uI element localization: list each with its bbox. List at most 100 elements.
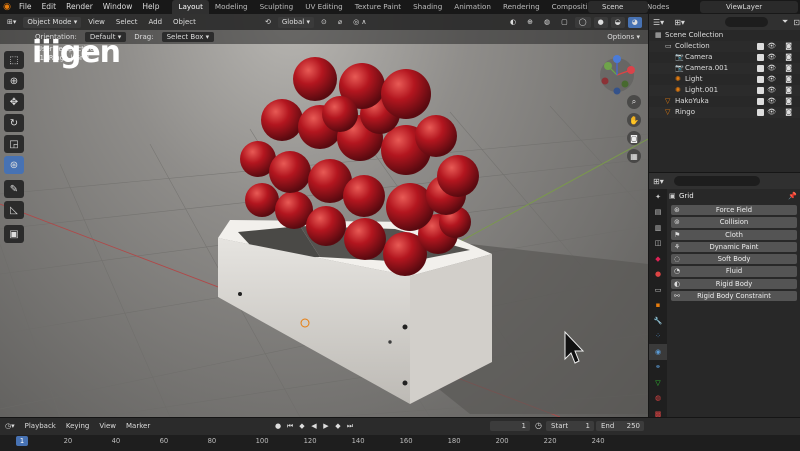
visibility-icon[interactable]: ◐ — [506, 17, 520, 28]
timeline-menu-keying[interactable]: Keying — [61, 418, 95, 435]
outliner-row[interactable]: ▽ Ringo 👁 ◙ — [649, 107, 800, 118]
blender-logo-icon[interactable]: ◉ — [0, 0, 14, 14]
record-icon[interactable]: ● — [272, 421, 284, 432]
end-frame-field[interactable]: End 250 — [596, 421, 644, 431]
move-tool-icon[interactable]: ✥ — [4, 93, 24, 111]
prev-keyframe-icon[interactable]: ◆ — [296, 421, 308, 432]
tab-rendering[interactable]: Rendering — [497, 0, 546, 14]
editor-type-icon[interactable]: ⊞▾ — [3, 17, 20, 28]
timeline-ruler[interactable]: 20 40 60 80 100 120 140 160 180 200 220 240 — [0, 435, 800, 451]
snap-icon[interactable]: ⌀ — [334, 17, 346, 28]
play-icon[interactable]: ▶ — [320, 421, 332, 432]
physics-rigid-body-constraint-button[interactable]: ⚯ Rigid Body Constraint — [671, 291, 797, 302]
camera-view-icon[interactable]: ◙ — [627, 131, 641, 145]
physics-collision-button[interactable]: ⊚ Collision — [671, 217, 797, 228]
eye-icon[interactable]: 👁 — [767, 52, 776, 63]
tab-animation[interactable]: Animation — [448, 0, 497, 14]
world-tab-icon[interactable]: ● — [649, 267, 667, 283]
viewport-menu-add[interactable]: Add — [144, 17, 166, 28]
physics-dynamic-paint-button[interactable]: ⚘ Dynamic Paint — [671, 241, 797, 253]
physics-cloth-button[interactable]: ⚑ Cloth — [671, 229, 797, 240]
viewport-menu-object[interactable]: Object — [169, 17, 200, 28]
menu-help[interactable]: Help — [137, 0, 164, 14]
properties-search-input[interactable] — [673, 176, 760, 186]
physics-fluid-button[interactable]: ◔ Fluid — [671, 266, 797, 277]
gizmo-icon[interactable]: ⊕ — [523, 17, 537, 28]
filter-icon[interactable]: ⏷ — [782, 17, 788, 27]
tab-sculpting[interactable]: Sculpting — [254, 0, 300, 14]
menu-edit[interactable]: Edit — [37, 0, 62, 14]
outliner-search-input[interactable] — [724, 17, 768, 27]
orientation-selector[interactable]: Global ▾ — [277, 16, 314, 28]
modifier-tab-icon[interactable]: 🔧 — [649, 313, 667, 329]
preview-range-icon[interactable]: ◷ — [535, 421, 542, 430]
select-box-tool-icon[interactable]: ⬚ — [4, 51, 24, 69]
viewport-menu-view[interactable]: View — [84, 17, 109, 28]
eye-icon[interactable]: 👁 — [767, 85, 776, 96]
exclude-checkbox[interactable] — [757, 109, 764, 116]
perspective-grid-icon[interactable]: ▦ — [627, 149, 641, 163]
3d-viewport[interactable]: ⊞▾ Object Mode ▾ View Select Add Object ⟲ G… — [0, 14, 648, 417]
data-tab-icon[interactable]: ▽ — [649, 375, 667, 391]
xray-icon[interactable]: ▢ — [557, 17, 572, 28]
physics-force-field-button[interactable]: ⊛ Force Field — [671, 205, 797, 216]
outliner-row[interactable]: 📷 Camera 👁 ◙ — [649, 52, 800, 63]
next-keyframe-icon[interactable]: ◆ — [332, 421, 344, 432]
navigation-gizmo[interactable] — [600, 55, 635, 95]
annotate-tool-icon[interactable]: ✎ — [4, 180, 24, 198]
proportional-edit-icon[interactable]: ◎ ∧ — [349, 17, 370, 28]
render-camera-icon[interactable]: ◙ — [785, 85, 792, 96]
eye-icon[interactable]: 👁 — [767, 74, 776, 85]
pivot-icon[interactable]: ⊙ — [317, 17, 331, 28]
physics-soft-body-button[interactable]: ◌ Soft Body — [671, 254, 797, 265]
playhead[interactable]: 1 — [16, 436, 28, 446]
current-frame-field[interactable]: 1 — [490, 421, 530, 431]
menu-window[interactable]: Window — [98, 0, 138, 14]
viewport-menu-select[interactable]: Select — [112, 17, 142, 28]
eye-icon[interactable]: 👁 — [767, 41, 776, 52]
outliner-editor-icon[interactable]: ☰▾ — [653, 18, 664, 27]
exclude-checkbox[interactable] — [757, 54, 764, 61]
tab-uv-editing[interactable]: UV Editing — [299, 0, 349, 14]
scene-selector[interactable]: Scene — [588, 1, 648, 13]
measure-tool-icon[interactable]: ◺ — [4, 201, 24, 219]
tab-texture-paint[interactable]: Texture Paint — [349, 0, 407, 14]
menu-render[interactable]: Render — [61, 0, 98, 14]
menu-file[interactable]: File — [14, 0, 37, 14]
tab-modeling[interactable]: Modeling — [209, 0, 254, 14]
render-camera-icon[interactable]: ◙ — [785, 63, 792, 74]
rotate-tool-icon[interactable]: ↻ — [4, 114, 24, 132]
pan-hand-icon[interactable]: ✋ — [627, 113, 641, 127]
mode-selector[interactable]: Object Mode ▾ — [23, 16, 82, 28]
outliner-row[interactable]: ▭ Collection 👁 ◙ — [649, 41, 800, 52]
exclude-checkbox[interactable] — [757, 65, 764, 72]
timeline-menu-playback[interactable]: Playback — [20, 418, 61, 435]
timeline-editor-icon[interactable]: ◷▾ — [0, 418, 20, 435]
view-layer-selector[interactable]: ViewLayer — [700, 1, 798, 13]
exclude-checkbox[interactable] — [757, 87, 764, 94]
jump-end-icon[interactable]: ⏭ — [344, 421, 356, 432]
timeline-menu-marker[interactable]: Marker — [121, 418, 155, 435]
material-tab-icon[interactable]: ◍ — [649, 391, 667, 407]
shading-solid-icon[interactable]: ● — [593, 16, 608, 28]
render-camera-icon[interactable]: ◙ — [785, 41, 792, 52]
exclude-checkbox[interactable] — [757, 43, 764, 50]
transform-tool-icon[interactable]: ⊛ — [4, 156, 24, 174]
play-reverse-icon[interactable]: ◀ — [308, 421, 320, 432]
tab-layout[interactable]: Layout — [172, 0, 209, 14]
eye-icon[interactable]: 👁 — [767, 63, 776, 74]
exclude-checkbox[interactable] — [757, 98, 764, 105]
render-camera-icon[interactable]: ◙ — [785, 107, 792, 118]
outliner-row[interactable]: ✺ Light 👁 ◙ — [649, 74, 800, 85]
exclude-checkbox[interactable] — [757, 76, 764, 83]
collection-tab-icon[interactable]: ▭ — [649, 282, 667, 298]
timeline-menu-view[interactable]: View — [94, 418, 121, 435]
particles-tab-icon[interactable]: ⁘ — [649, 329, 667, 345]
new-collection-icon[interactable]: ⊡ — [793, 18, 800, 27]
constraints-tab-icon[interactable]: ⚭ — [649, 360, 667, 376]
shading-material-icon[interactable]: ◒ — [610, 16, 625, 28]
pin-icon[interactable]: 📌 — [788, 189, 797, 203]
outliner-row[interactable]: ▦ Scene Collection — [649, 30, 800, 41]
shading-rendered-icon[interactable]: ◕ — [627, 16, 642, 28]
physics-tab-icon[interactable]: ◉ — [649, 344, 667, 360]
